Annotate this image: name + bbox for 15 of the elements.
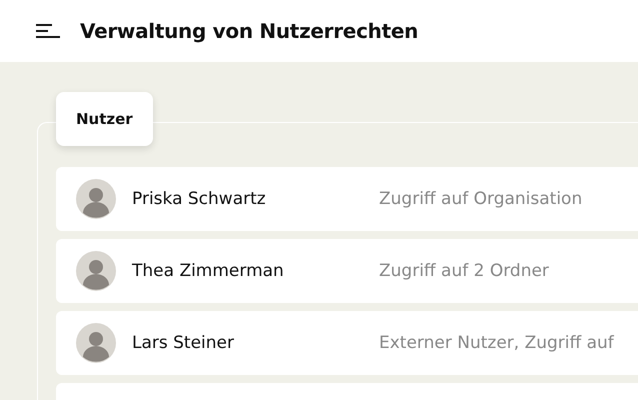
user-name: Priska Schwartz <box>132 189 267 209</box>
page-title: Verwaltung von Nutzerrechten <box>80 19 418 43</box>
avatar-icon <box>76 323 116 363</box>
avatar-icon <box>76 179 116 219</box>
access-description: Zugriff auf 2 Ordner <box>379 261 549 281</box>
access-description: Zugriff auf Organisation <box>379 189 582 209</box>
avatar-icon <box>76 251 116 291</box>
tab[interactable]: Nutzer <box>56 92 153 146</box>
menu-icon[interactable] <box>36 24 60 38</box>
user-row[interactable]: Priska Schwartz Zugriff auf Organisation <box>56 167 638 231</box>
access-description: Externer Nutzer, Zugriff auf <box>379 333 614 353</box>
user-name: Thea Zimmerman <box>132 261 285 281</box>
user-row[interactable]: Thea Zimmerman Zugriff auf 2 Ordner <box>56 239 638 303</box>
user-name: Lars Steiner <box>132 333 235 353</box>
user-row[interactable]: Lars Steiner Externer Nutzer, Zugriff auf <box>56 311 638 375</box>
